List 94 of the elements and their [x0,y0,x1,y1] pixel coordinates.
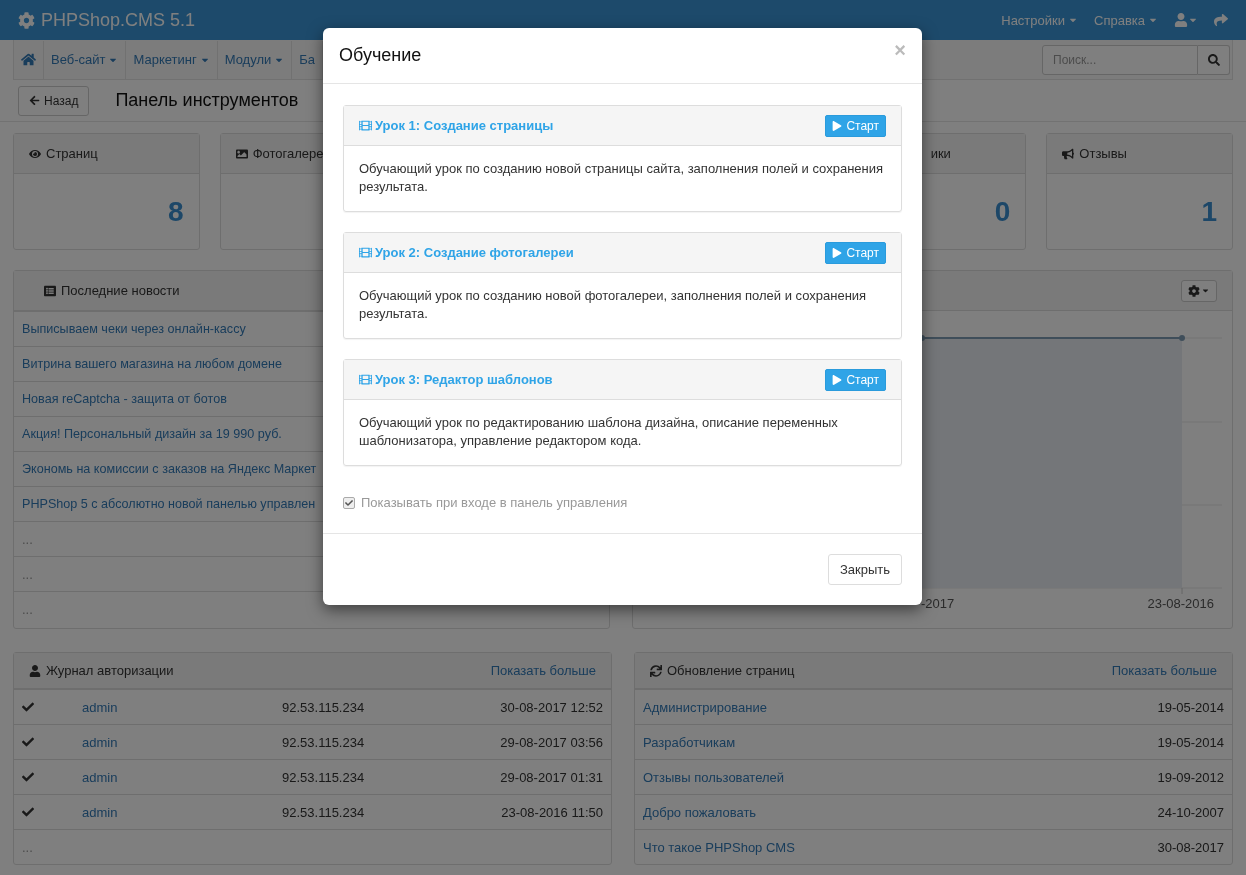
page-link[interactable]: Добро пожаловать [643,804,1124,820]
play-icon [832,374,843,385]
news-link[interactable]: Витрина вашего магазина на любом домене [22,357,282,371]
search-button[interactable] [1198,44,1230,75]
page-link[interactable]: Разработчикам [643,734,1124,750]
gear-icon [1188,284,1200,297]
check-icon [22,771,34,783]
news-link[interactable]: Акция! Персональный дизайн за 19 990 руб. [22,427,282,441]
time-cell-text: 29-08-2017 03:56 [499,734,603,750]
axis-label: -2017 [921,596,955,611]
menu-item[interactable]: Маркетинг [126,40,218,79]
stat-value: 0 [994,195,1011,228]
dialog-title: Обучение [339,45,422,66]
lesson-description: Обучающий урок по созданию новой страницы сайта, заполнения полей и сохранения результата. [358,160,885,196]
user-icon [29,664,41,677]
film-icon [359,119,372,132]
news-link[interactable]: PHPShop 5 с абсолютно новой панелью управлен [22,497,316,511]
brand-title[interactable]: PHPShop.CMS 5.1 [41,9,196,31]
checkbox-label: Показывать при входе в панель управления [361,495,628,510]
image-icon [235,147,248,160]
checkbox[interactable] [343,496,355,509]
search-icon [1207,53,1220,66]
stat-title: Отзывы [1079,146,1127,161]
time-cell-text: 23-08-2016 11:50 [500,804,603,820]
page-title: Панель инструментов [115,90,299,111]
time-cell-text: 29-08-2017 01:31 [499,769,603,785]
lesson-description: Обучающий урок по редактированию шаблона дизайна, описание переменных шаблонизатора, управление редактором кода. [358,414,839,450]
menu-link[interactable]: Справка [1094,12,1158,28]
caret-icon [1201,286,1210,295]
user-link[interactable]: admin [82,769,282,785]
megaphone-icon [1062,147,1075,160]
show-more-link[interactable]: Показать больше [490,663,596,678]
stat-title: Фотогалере [252,146,324,161]
news-link[interactable]: Новая reCaptcha - защита от ботов [22,392,227,406]
check-icon [22,701,34,713]
check-icon [22,806,34,818]
user-menu-icon[interactable] [1174,13,1198,27]
ip-cell-text: 92.53.115.234 [282,804,366,820]
user-link[interactable]: admin [82,699,282,715]
stat-title: Страниц [46,146,98,161]
menu-item[interactable]: Веб-сайт [44,40,127,79]
user-link[interactable]: admin [82,804,282,820]
panel-title: Последние новости [61,283,180,298]
close-button[interactable]: × [894,39,906,62]
film-icon [359,373,372,386]
stat-value: 1 [1201,195,1217,228]
news-link[interactable]: Выписываем чеки через онлайн-кассу [22,322,246,336]
play-icon [832,120,843,131]
check-icon [345,498,353,507]
page-link[interactable]: Что такое PHPShop CMS [643,839,1124,855]
page-link[interactable]: Отзывы пользователей [643,769,1124,785]
empty-row-text: ... [22,839,33,855]
date-cell-text: 19-09-2012 [1156,769,1224,785]
ip-cell-text: 92.53.115.234 [282,769,366,785]
refresh-icon [650,664,662,677]
user-link[interactable]: admin [82,734,282,750]
back-button[interactable]: Назад [18,85,90,116]
date-cell-text: 24-10-2007 [1156,804,1224,820]
ip-cell-text: 92.53.115.234 [282,699,366,715]
lesson-title: Урок 1: Создание страницы [375,118,554,133]
stat-title: ики [930,146,951,161]
time-cell-text: 30-08-2017 12:52 [499,699,603,715]
menu-item[interactable]: Модули [217,40,293,79]
play-icon [832,247,843,258]
share-icon[interactable] [1214,13,1228,27]
eye-icon [29,147,41,160]
check-icon [22,736,34,748]
ip-cell-text: 92.53.115.234 [282,734,366,750]
start-button[interactable]: Старт [825,241,886,264]
start-button[interactable]: Старт [825,368,886,391]
lesson-description: Обучающий урок по созданию новой фотогалереи, заполнения полей и сохранения результата. [358,287,868,323]
gear-icon [18,11,35,29]
start-button[interactable]: Старт [825,114,886,137]
stat-value: 8 [168,195,184,228]
lesson-title: Урок 2: Создание фотогалереи [375,245,574,260]
lesson-title: Урок 3: Редактор шаблонов [375,372,553,387]
show-more-link[interactable]: Показать больше [1111,663,1217,678]
news-link[interactable]: Экономь на комиссии с заказов на Яндекс Маркет [22,462,317,476]
empty-row-text: ... [22,531,33,547]
panel-title: Обновление страниц [667,663,795,678]
list-icon [44,284,56,297]
date-cell-text: 19-05-2014 [1156,734,1224,750]
empty-row-text: ... [22,566,33,582]
film-icon [359,246,372,259]
menu-link[interactable]: Настройки [1001,12,1078,28]
panel-title: Журнал авторизации [46,663,174,678]
settings-button[interactable] [1181,279,1217,302]
close-dialog-button[interactable]: Закрыть [827,554,902,585]
axis-label: 23-08-2016 [1147,596,1214,611]
empty-row-text: ... [22,601,33,617]
page-link[interactable]: Администрирование [643,699,1124,715]
date-cell-text: 19-05-2014 [1156,699,1224,715]
arrow-left-icon [29,95,40,106]
date-cell-text: 30-08-2017 [1156,839,1224,855]
